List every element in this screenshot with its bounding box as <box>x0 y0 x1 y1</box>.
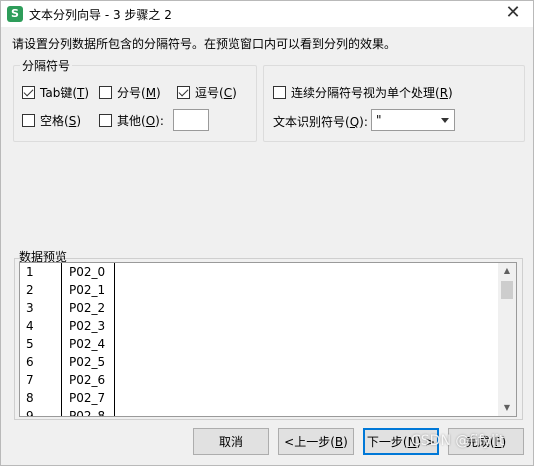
preview-cell-index: 3 <box>26 301 34 315</box>
scroll-down-icon[interactable]: ▼ <box>498 400 516 416</box>
preview-cell-value: P02_6 <box>69 373 106 387</box>
scroll-up-icon[interactable]: ▲ <box>498 263 516 279</box>
consecutive-checkbox-label: 连续分隔符号视为单个处理(R) <box>291 85 453 100</box>
space-checkbox-box[interactable] <box>22 113 35 127</box>
preview-cell-index: 1 <box>26 265 34 279</box>
tab-checkbox-box[interactable] <box>22 85 35 99</box>
chevron-down-icon <box>441 118 449 123</box>
preview-cell-value: P02_5 <box>69 355 106 369</box>
preview-row: 8 P02_7 <box>20 389 498 407</box>
preview-row: 7 P02_6 <box>20 371 498 389</box>
comma-checkbox-label: 逗号(C) <box>195 85 237 100</box>
space-checkbox[interactable]: 空格(S) <box>22 111 81 129</box>
next-button[interactable]: 下一步(N) > <box>363 428 439 455</box>
text-qualifier-value: " <box>376 113 382 127</box>
data-preview[interactable]: 1 P02_0 2 P02_1 3 P02_2 4 P02_3 5 P02_4 6 P02_5 7 P02… <box>19 262 517 417</box>
preview-row: 3 P02_2 <box>20 299 498 317</box>
preview-cell-index: 5 <box>26 337 34 351</box>
semicolon-checkbox-box[interactable] <box>99 85 112 99</box>
other-checkbox-label: 其他(O): <box>117 113 164 128</box>
preview-cell-index: 8 <box>26 391 34 405</box>
instruction-text: 请设置分列数据所包含的分隔符号。在预览窗口内可以看到分列的效果。 <box>12 37 397 51</box>
preview-cell-value: P02_7 <box>69 391 106 405</box>
delimiters-legend: 分隔符号 <box>22 59 71 73</box>
preview-row: 9 P02_8 <box>20 407 498 417</box>
consecutive-delimiters-checkbox[interactable]: 连续分隔符号视为单个处理(R) <box>273 83 453 101</box>
consecutive-checkbox-box[interactable] <box>273 85 286 99</box>
comma-checkbox[interactable]: 逗号(C) <box>177 83 237 101</box>
preview-cell-value: P02_2 <box>69 301 106 315</box>
preview-cell-index: 7 <box>26 373 34 387</box>
close-button[interactable]: ✕ <box>493 1 533 27</box>
preview-cell-value: P02_1 <box>69 283 106 297</box>
other-checkbox[interactable]: 其他(O): <box>99 111 164 129</box>
scroll-thumb[interactable] <box>501 281 513 299</box>
comma-checkbox-box[interactable] <box>177 85 190 99</box>
semicolon-checkbox[interactable]: 分号(M) <box>99 83 161 101</box>
preview-cell-index: 4 <box>26 319 34 333</box>
preview-cell-value: P02_0 <box>69 265 106 279</box>
preview-row: 1 P02_0 <box>20 263 498 281</box>
preview-cell-index: 2 <box>26 283 34 297</box>
preview-row: 2 P02_1 <box>20 281 498 299</box>
other-delimiter-input[interactable] <box>173 109 209 131</box>
window-title: 文本分列向导 - 3 步骤之 2 <box>29 8 172 22</box>
app-logo-icon: S <box>7 6 23 22</box>
preview-row: 5 P02_4 <box>20 335 498 353</box>
preview-cell-index: 6 <box>26 355 34 369</box>
text-qualifier-label: 文本识别符号(Q): <box>273 115 368 129</box>
cancel-button[interactable]: 取消 <box>193 428 269 455</box>
title-bar: S 文本分列向导 - 3 步骤之 2 ✕ <box>1 1 533 27</box>
preview-cell-index: 9 <box>26 409 34 417</box>
wizard-dialog: S 文本分列向导 - 3 步骤之 2 ✕ 请设置分列数据所包含的分隔符号。在预览… <box>0 0 534 466</box>
tab-checkbox[interactable]: Tab键(T) <box>22 83 89 101</box>
semicolon-checkbox-label: 分号(M) <box>117 85 161 100</box>
finish-button[interactable]: 完成(F) <box>448 428 524 455</box>
text-qualifier-select[interactable]: " <box>371 109 455 131</box>
preview-cell-value: P02_4 <box>69 337 106 351</box>
other-checkbox-box[interactable] <box>99 113 112 127</box>
preview-row: 6 P02_5 <box>20 353 498 371</box>
close-icon: ✕ <box>505 2 521 23</box>
preview-cell-value: P02_3 <box>69 319 106 333</box>
preview-rows: 1 P02_0 2 P02_1 3 P02_2 4 P02_3 5 P02_4 6 P02_5 7 P02… <box>20 263 498 417</box>
preview-cell-value: P02_8 <box>69 409 106 417</box>
space-checkbox-label: 空格(S) <box>40 113 81 128</box>
preview-row: 4 P02_3 <box>20 317 498 335</box>
tab-checkbox-label: Tab键(T) <box>40 85 90 100</box>
back-button[interactable]: <上一步(B) <box>278 428 354 455</box>
preview-scrollbar[interactable]: ▲ ▼ <box>498 263 516 416</box>
